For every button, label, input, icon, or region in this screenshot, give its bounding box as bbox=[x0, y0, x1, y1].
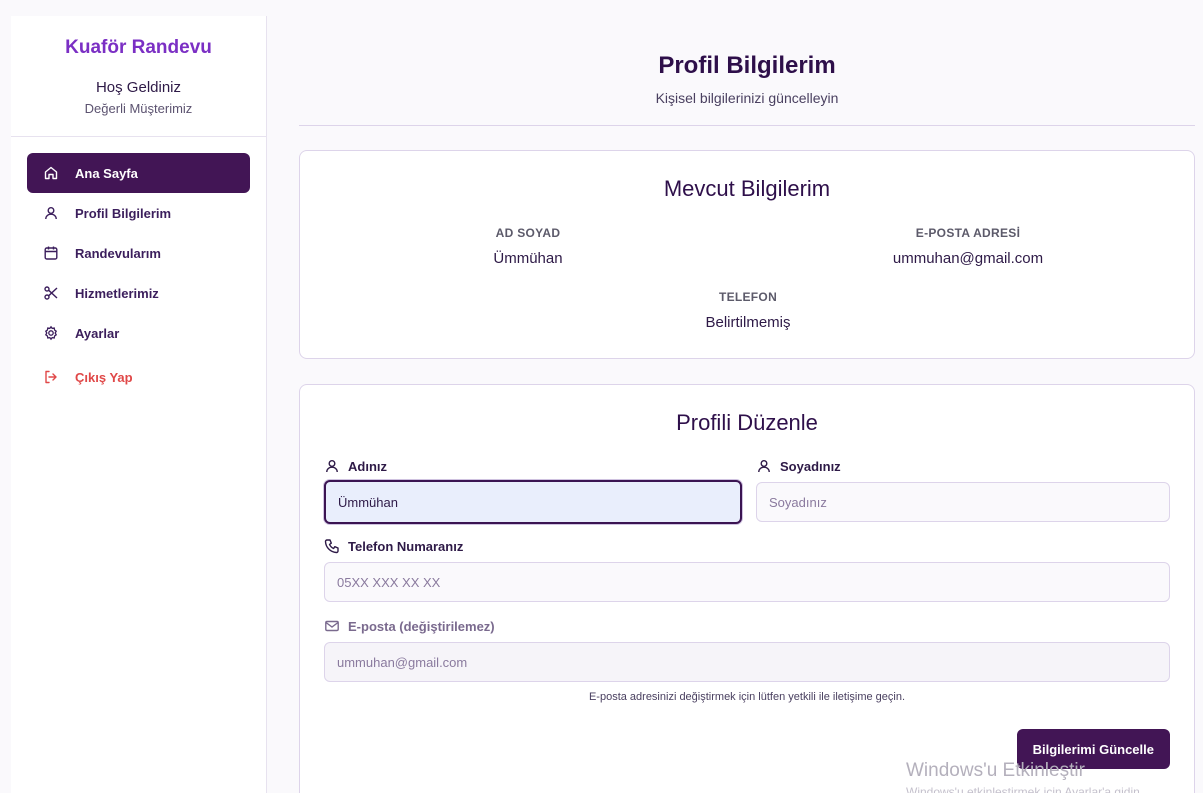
logout-icon bbox=[43, 369, 59, 385]
page-title: Profil Bilgilerim bbox=[658, 52, 836, 79]
first-name-field: Adınız bbox=[324, 458, 742, 524]
calendar-icon bbox=[43, 245, 59, 261]
info-email-value: ummuhan@gmail.com bbox=[892, 250, 1044, 267]
current-info-grid: AD SOYAD Ümmühan E-POSTA ADRESİ ummuhan@… bbox=[300, 202, 1194, 352]
user-icon bbox=[756, 458, 772, 474]
edit-profile-card: Profili Düzenle Adınız Soyadınız bbox=[299, 384, 1195, 793]
email-field: E-posta (değiştirilemez) bbox=[324, 618, 1170, 682]
sidebar-item-profile[interactable]: Profil Bilgilerim bbox=[27, 193, 250, 233]
home-icon bbox=[43, 165, 59, 181]
edit-profile-title: Profili Düzenle bbox=[676, 410, 818, 435]
sidebar-item-label: Randevularım bbox=[75, 245, 161, 261]
page-header: Profil Bilgilerim Kişisel bilgilerinizi … bbox=[299, 0, 1195, 126]
info-email: E-POSTA ADRESİ ummuhan@gmail.com bbox=[748, 226, 1188, 267]
activation-watermark-sub: Windows'u etkinleştirmek için Ayarlar'a … bbox=[906, 785, 1144, 793]
phone-icon bbox=[324, 538, 340, 554]
current-info-title: Mevcut Bilgilerim bbox=[663, 176, 831, 201]
first-name-label: Adınız bbox=[324, 458, 742, 474]
user-icon bbox=[324, 458, 340, 474]
sidebar: Kuaför Randevu Hoş Geldiniz Değerli Müşt… bbox=[11, 16, 267, 793]
welcome-subtext: Değerli Müşterimiz bbox=[84, 101, 193, 116]
sidebar-item-appointments[interactable]: Randevularım bbox=[27, 233, 250, 273]
scissors-icon bbox=[43, 285, 59, 301]
sidebar-brand: Kuaför Randevu Hoş Geldiniz Değerli Müşt… bbox=[11, 16, 266, 137]
phone-field: Telefon Numaranız bbox=[324, 538, 1170, 602]
sidebar-nav: Ana Sayfa Profil Bilgilerim Randevularım… bbox=[11, 137, 266, 397]
current-info-card: Mevcut Bilgilerim AD SOYAD Ümmühan E-POS… bbox=[299, 150, 1195, 359]
sidebar-item-label: Ana Sayfa bbox=[75, 165, 138, 181]
email-label: E-posta (değiştirilemez) bbox=[324, 618, 1170, 634]
sidebar-item-services[interactable]: Hizmetlerimiz bbox=[27, 273, 250, 313]
info-name-value: Ümmühan bbox=[493, 250, 563, 267]
page-subtitle: Kişisel bilgilerinizi güncelleyin bbox=[655, 90, 839, 106]
sidebar-item-home[interactable]: Ana Sayfa bbox=[27, 153, 250, 193]
activation-watermark: Windows'u Etkinleştir bbox=[906, 760, 1085, 781]
last-name-label: Soyadınız bbox=[756, 458, 1170, 474]
info-name-label: AD SOYAD bbox=[495, 226, 561, 240]
welcome-text: Hoş Geldiniz bbox=[95, 79, 182, 96]
info-name: AD SOYAD Ümmühan bbox=[308, 226, 748, 267]
sidebar-item-label: Profil Bilgilerim bbox=[75, 205, 172, 221]
sidebar-item-label: Hizmetlerimiz bbox=[75, 285, 159, 301]
brand-title: Kuaför Randevu bbox=[65, 37, 212, 58]
user-icon bbox=[43, 205, 59, 221]
sidebar-item-logout[interactable]: Çıkış Yap bbox=[27, 357, 250, 397]
last-name-input[interactable] bbox=[756, 482, 1170, 522]
sidebar-item-label: Ayarlar bbox=[75, 325, 120, 341]
email-note: E-posta adresinizi değiştirmek için lütf… bbox=[588, 691, 906, 703]
gear-icon bbox=[43, 325, 59, 341]
email-input bbox=[324, 642, 1170, 682]
mail-icon bbox=[324, 618, 340, 634]
sidebar-item-settings[interactable]: Ayarlar bbox=[27, 313, 250, 353]
info-phone-value: Belirtilmemiş bbox=[705, 314, 791, 331]
logout-label: Çıkış Yap bbox=[75, 369, 133, 385]
info-email-label: E-POSTA ADRESİ bbox=[915, 226, 1021, 240]
phone-input[interactable] bbox=[324, 562, 1170, 602]
first-name-input[interactable] bbox=[324, 480, 742, 524]
info-phone: TELEFON Belirtilmemiş bbox=[528, 290, 968, 331]
main-content: Profil Bilgilerim Kişisel bilgilerinizi … bbox=[299, 0, 1195, 793]
info-phone-label: TELEFON bbox=[718, 290, 778, 304]
phone-label: Telefon Numaranız bbox=[324, 538, 1170, 554]
last-name-field: Soyadınız bbox=[756, 458, 1170, 522]
